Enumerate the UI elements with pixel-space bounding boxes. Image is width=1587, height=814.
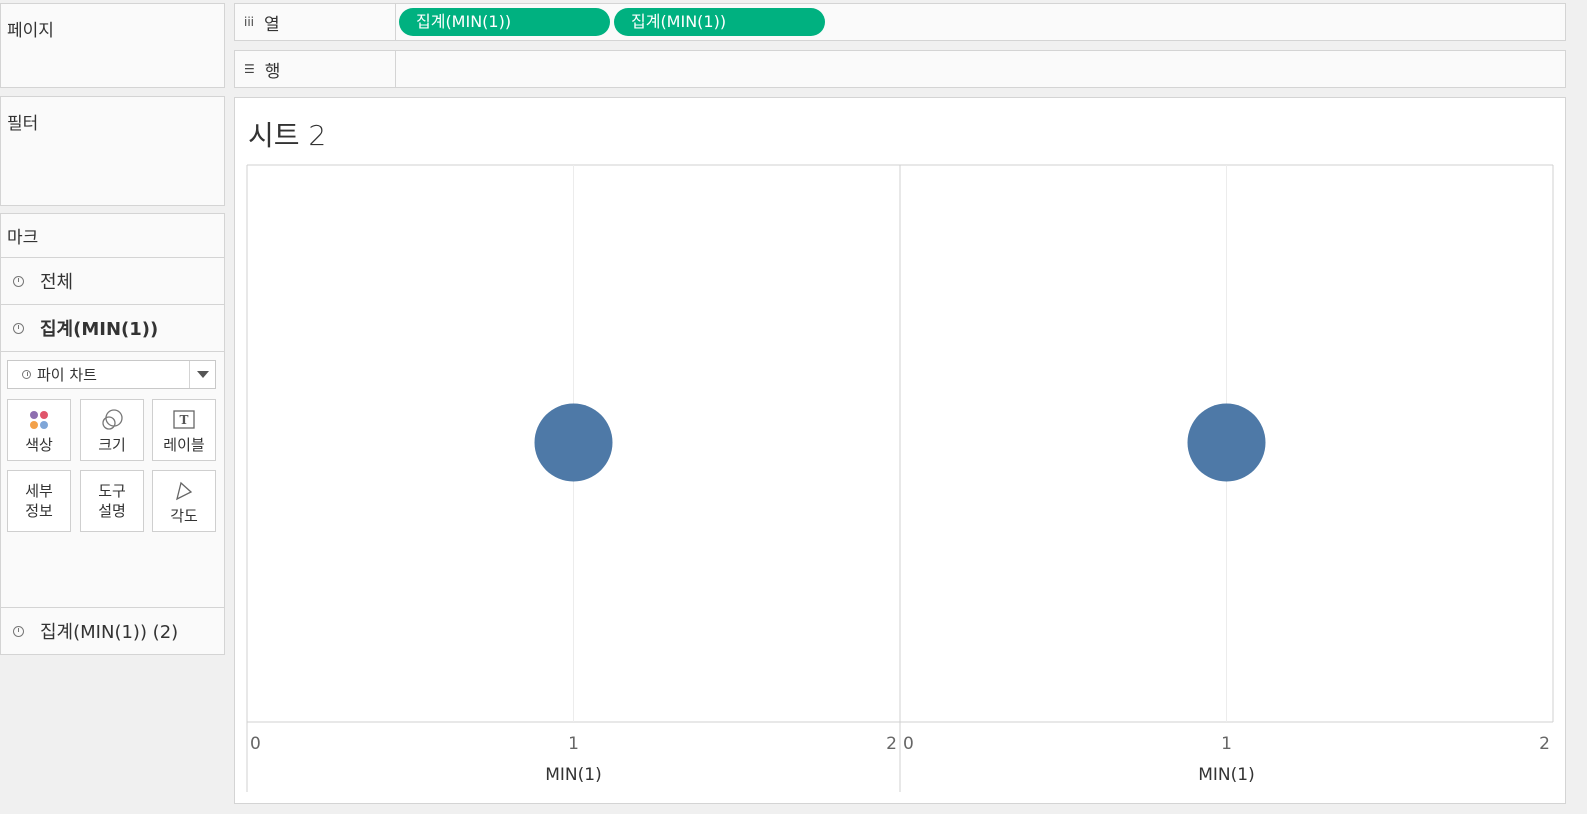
pie-chart-icon bbox=[13, 275, 24, 287]
marks-panel: 마크 전체 집계(MIN(1)) 파이 차트 색상 크기 T 레이블 세부 정보 bbox=[0, 213, 225, 655]
x-tick-label: 1 bbox=[568, 734, 579, 754]
pie-mark bbox=[1187, 403, 1266, 482]
filters-panel[interactable]: 필터 bbox=[0, 96, 225, 206]
color-label: 색상 bbox=[25, 436, 53, 454]
label-label: 레이블 bbox=[163, 436, 205, 454]
chevron-down-icon bbox=[196, 371, 209, 378]
size-icon bbox=[100, 407, 124, 433]
angle-card[interactable]: 각도 bbox=[152, 470, 216, 532]
rows-icon: ☰ bbox=[244, 62, 255, 76]
size-label: 크기 bbox=[98, 436, 126, 454]
columns-icon: iii bbox=[244, 15, 255, 29]
marks-all-label: 전체 bbox=[40, 272, 74, 293]
pie-chart-icon bbox=[13, 322, 24, 334]
x-tick-label: 0 bbox=[250, 734, 261, 754]
pie-chart-icon bbox=[22, 370, 31, 379]
label-card[interactable]: T 레이블 bbox=[152, 399, 216, 461]
size-card[interactable]: 크기 bbox=[80, 399, 144, 461]
x-tick-label: 2 bbox=[1539, 734, 1550, 754]
marks-title-row: 마크 bbox=[1, 214, 225, 258]
detail-card[interactable]: 세부 정보 bbox=[7, 470, 71, 532]
detail-label-2: 정보 bbox=[25, 502, 53, 520]
x-tick-label: 0 bbox=[903, 734, 914, 754]
tooltip-label-1: 도구 bbox=[98, 482, 126, 500]
angle-icon bbox=[174, 478, 194, 504]
rows-shelf-label: ☰ 행 bbox=[235, 51, 396, 87]
tooltip-card[interactable]: 도구 설명 bbox=[80, 470, 144, 532]
color-icon bbox=[28, 407, 50, 433]
angle-label: 각도 bbox=[170, 507, 198, 525]
chart-area: 0 1 2 MIN(1) 0 1 2 MIN(1) bbox=[246, 164, 1554, 792]
x-axis-label: MIN(1) bbox=[1198, 765, 1254, 785]
marks-title: 마크 bbox=[7, 228, 39, 248]
dropdown-arrow[interactable] bbox=[189, 361, 215, 388]
x-axis-label: MIN(1) bbox=[545, 765, 601, 785]
rows-label: 행 bbox=[264, 61, 281, 82]
pie-chart-icon bbox=[13, 625, 24, 637]
x-tick-label: 1 bbox=[1221, 734, 1232, 754]
marks-all-card[interactable]: 전체 bbox=[1, 258, 225, 305]
marks-card-2[interactable]: 집계(MIN(1)) (2) bbox=[1, 607, 225, 654]
x-tick-label: 2 bbox=[886, 734, 897, 754]
column-pill-2[interactable]: 집계(MIN(1)) bbox=[614, 8, 825, 36]
columns-label: 열 bbox=[264, 14, 280, 35]
pages-title: 페이지 bbox=[7, 21, 54, 41]
pie-mark bbox=[534, 403, 613, 482]
marks-card-1[interactable]: 집계(MIN(1)) bbox=[1, 305, 225, 352]
color-card[interactable]: 색상 bbox=[7, 399, 71, 461]
marks-card-2-label: 집계(MIN(1)) (2) bbox=[40, 622, 179, 643]
text-label-icon: T bbox=[173, 407, 195, 433]
columns-shelf-label: iii 열 bbox=[235, 4, 396, 40]
marks-card-1-label: 집계(MIN(1)) bbox=[40, 319, 159, 340]
column-pill-1[interactable]: 집계(MIN(1)) bbox=[399, 8, 610, 36]
filters-title: 필터 bbox=[7, 114, 39, 134]
worksheet-view: 시트 2 0 1 2 MIN(1) 0 1 2 MIN(1) bbox=[234, 97, 1566, 804]
pages-panel[interactable]: 페이지 bbox=[0, 3, 225, 88]
mark-type-value: 파이 차트 bbox=[37, 366, 97, 384]
columns-shelf[interactable]: iii 열 집계(MIN(1)) 집계(MIN(1)) bbox=[234, 3, 1566, 41]
mark-type-dropdown[interactable]: 파이 차트 bbox=[7, 360, 216, 389]
detail-label-1: 세부 bbox=[25, 482, 53, 500]
rows-shelf[interactable]: ☰ 행 bbox=[234, 50, 1566, 88]
tooltip-label-2: 설명 bbox=[98, 502, 126, 520]
svg-text:T: T bbox=[180, 413, 189, 427]
